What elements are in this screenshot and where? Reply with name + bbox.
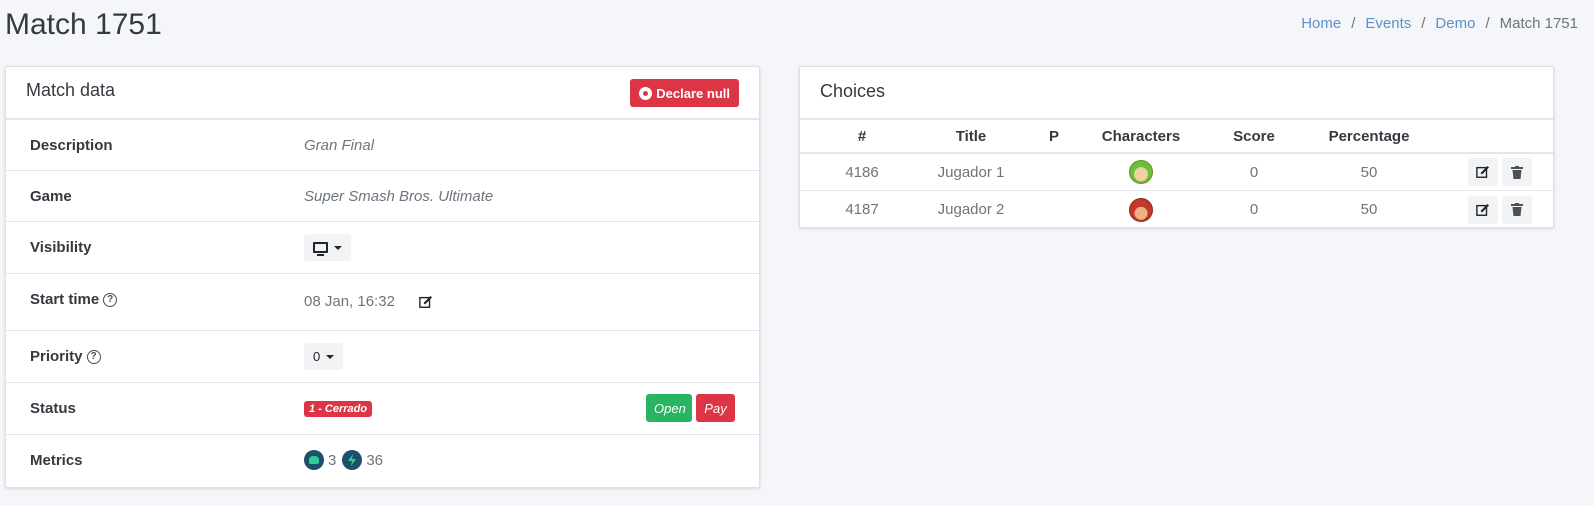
open-button[interactable]: Open [646, 394, 692, 422]
column-header-id: # [857, 127, 867, 145]
priority-label-wrap: Priority ? [30, 348, 101, 365]
game-value: Super Smash Bros. Ultimate [304, 188, 494, 205]
choice-title: Jugador 2 [937, 201, 1005, 218]
choice-percentage: 50 [1360, 201, 1378, 218]
delete-choice-button[interactable] [1502, 158, 1532, 186]
choice-percentage: 50 [1360, 163, 1378, 181]
metrics-bolts: 36 [366, 451, 384, 469]
game-row: Game Super Smash Bros. Ultimate [6, 171, 759, 222]
help-icon[interactable]: ? [86, 349, 101, 364]
priority-dropdown[interactable]: 0 [304, 343, 344, 370]
choices-table: # Title P Characters Score Percentage 41… [800, 120, 1553, 228]
start-time-label-wrap: Start time ? [30, 291, 118, 308]
breadcrumb-home[interactable]: Home [1301, 15, 1341, 32]
priority-row: Priority ? 0 [6, 331, 759, 383]
metrics-users: 3 [328, 451, 337, 469]
declare-null-label: Declare null [656, 85, 730, 101]
choice-score: 0 [1249, 201, 1259, 218]
bolt-icon [342, 450, 363, 470]
visibility-row: Visibility [6, 222, 759, 274]
status-row: Status 1 - Cerrado Open Pay [6, 383, 759, 435]
breadcrumb: Home / Events / Demo / Match 1751 [1301, 15, 1578, 32]
ban-icon [639, 86, 653, 100]
metrics-label: Metrics [30, 452, 83, 469]
priority-value: 0 [313, 349, 321, 364]
declare-null-button[interactable]: Declare null [630, 79, 739, 107]
trash-icon [1511, 203, 1523, 216]
breadcrumb-events[interactable]: Events [1365, 15, 1411, 32]
delete-choice-button[interactable] [1502, 195, 1532, 224]
caret-down-icon [334, 245, 342, 250]
table-header: # Title P Characters Score Percentage [800, 120, 1553, 154]
breadcrumb-current: Match 1751 [1499, 15, 1578, 32]
metrics-row: Metrics 3 36 [6, 435, 759, 487]
pay-button[interactable]: Pay [696, 394, 735, 422]
column-header-p: P [1048, 127, 1059, 145]
edit-choice-button[interactable] [1468, 195, 1498, 224]
column-header-score: Score [1233, 127, 1275, 145]
breadcrumb-separator: / [1351, 15, 1356, 32]
match-data-title: Match data [26, 80, 116, 100]
edit-icon [1476, 203, 1489, 216]
choices-header: Choices [800, 67, 1553, 120]
breadcrumb-separator: / [1421, 15, 1426, 32]
edit-icon [1476, 166, 1489, 178]
edit-icon[interactable] [419, 295, 433, 309]
edit-choice-button[interactable] [1468, 158, 1498, 186]
choice-score: 0 [1249, 163, 1259, 181]
description-label: Description [30, 137, 113, 154]
choice-p [1030, 191, 1078, 228]
choices-card: Choices # Title P Characters Score Perce… [799, 66, 1554, 228]
link-icon [1129, 160, 1153, 184]
help-icon[interactable]: ? [103, 292, 118, 307]
page-title: Match 1751 [5, 8, 162, 41]
column-header-title: Title [955, 127, 987, 145]
choice-title: Jugador 1 [937, 163, 1005, 181]
game-label: Game [30, 188, 72, 205]
description-value: Gran Final [304, 137, 375, 154]
visibility-label: Visibility [30, 239, 92, 256]
status-badge: 1 - Cerrado [304, 401, 373, 417]
users-icon [304, 450, 324, 470]
trash-icon [1511, 165, 1523, 179]
table-row: 4187 Jugador 2 0 50 [800, 191, 1553, 228]
choice-id: 4187 [845, 201, 879, 218]
column-header-percentage: Percentage [1328, 127, 1410, 145]
choice-id: 4186 [845, 163, 879, 181]
description-row: Description Gran Final [6, 120, 759, 171]
captain-falcon-icon [1129, 197, 1153, 222]
visibility-dropdown[interactable] [304, 234, 351, 261]
match-data-header: Match data Declare null [6, 67, 759, 120]
breadcrumb-separator: / [1485, 15, 1490, 32]
priority-label: Priority [30, 348, 83, 365]
match-data-card: Match data Declare null Description Gran… [5, 66, 760, 488]
monitor-icon [313, 242, 328, 256]
choices-title: Choices [820, 81, 886, 101]
status-label: Status [30, 400, 76, 417]
choice-p [1030, 154, 1078, 190]
start-time-row: Start time ? 08 Jan, 16:32 [6, 274, 759, 331]
breadcrumb-demo[interactable]: Demo [1435, 15, 1475, 32]
start-time-label: Start time [30, 291, 100, 308]
column-header-characters: Characters [1101, 127, 1181, 145]
table-row: 4186 Jugador 1 0 50 [800, 154, 1553, 191]
start-time-value-wrap: 08 Jan, 16:32 [304, 293, 433, 310]
caret-down-icon [326, 354, 335, 359]
start-time-value: 08 Jan, 16:32 [304, 293, 395, 310]
